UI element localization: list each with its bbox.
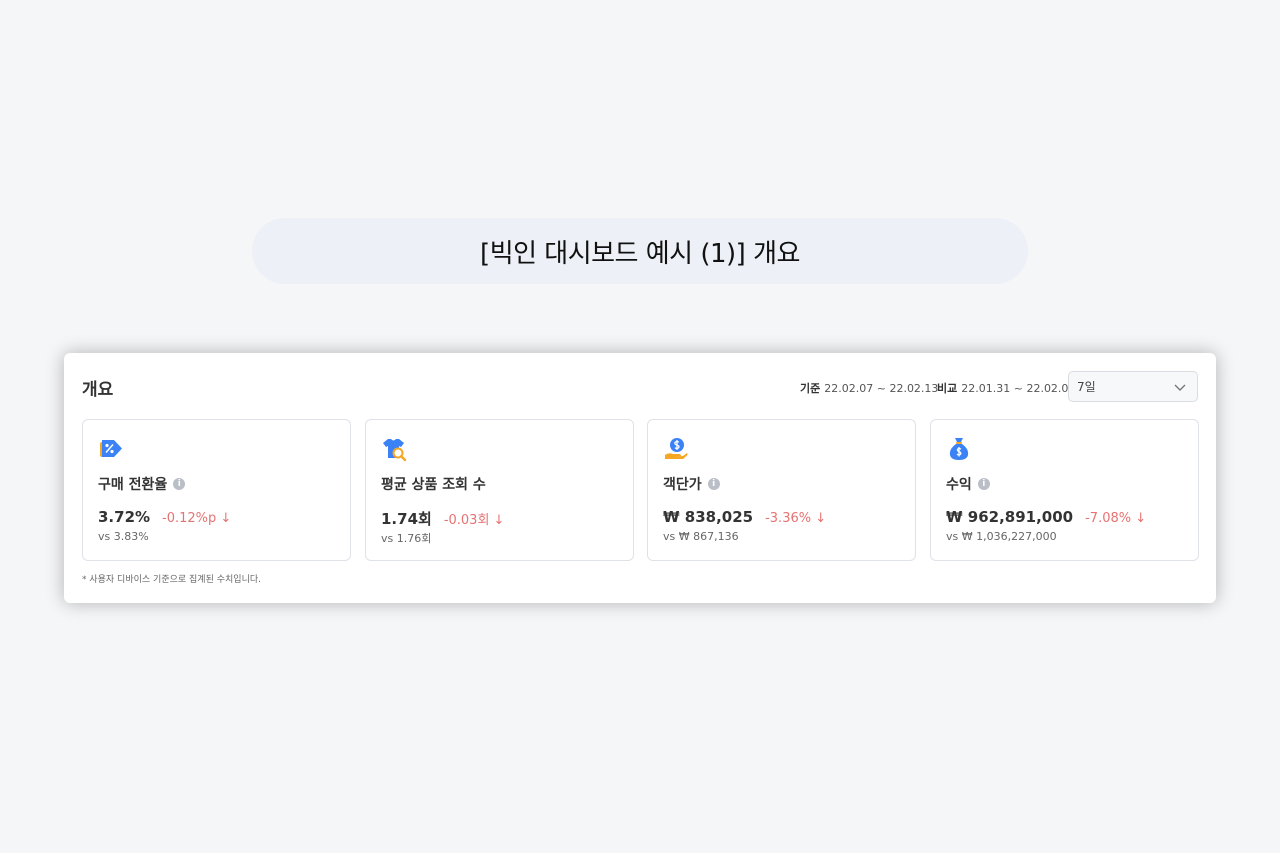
metric-value: 3.72% xyxy=(98,508,151,526)
metric-label: 구매 전환율 i xyxy=(98,474,186,494)
base-period: 기준 22.02.07 ~ 22.02.13 xyxy=(800,380,938,396)
metric-delta: -0.03회 ↓ xyxy=(443,513,505,528)
metric-compare: vs 3.83% xyxy=(98,530,149,543)
overview-panel: 개요 기준 22.02.07 ~ 22.02.13 비교 22.01.31 ~ 22… xyxy=(64,353,1216,603)
info-icon[interactable]: i xyxy=(707,478,720,490)
metric-label: 객단가 i xyxy=(663,474,720,494)
footnote: * 사용자 디바이스 기준으로 집계된 수치입니다. xyxy=(82,575,261,585)
metric-delta: -3.36% ↓ xyxy=(765,511,827,526)
coin-hand-icon xyxy=(665,438,688,459)
chevron-down-icon xyxy=(1174,384,1186,391)
metric-card-avg-order-value: 객단가 i ₩ 838,025 -3.36% ↓ vs ₩ 867,136 xyxy=(647,419,916,561)
metric-value-row: ₩ 838,025 -3.36% ↓ xyxy=(663,508,826,526)
metric-value: ₩ 838,025 xyxy=(663,508,754,526)
info-icon[interactable]: i xyxy=(977,478,990,490)
period-select-value: 7일 xyxy=(1077,380,1096,394)
shirt-search-icon xyxy=(383,439,407,462)
metric-delta: -0.12%p ↓ xyxy=(162,511,232,526)
metric-card-product-views: 평균 상품 조회 수 1.74회 -0.03회 ↓ vs 1.76회 xyxy=(365,419,634,561)
info-icon[interactable]: i xyxy=(173,478,186,490)
base-period-label: 기준 xyxy=(800,382,821,395)
metric-label: 수익 i xyxy=(946,474,990,494)
compare-period-range: 22.01.31 ~ 22.02.06 xyxy=(961,382,1076,395)
metric-label-text: 객단가 xyxy=(663,477,702,493)
metric-label-text: 평균 상품 조회 수 xyxy=(381,477,486,493)
metric-label-text: 수익 xyxy=(946,477,972,493)
metric-value-row: 3.72% -0.12%p ↓ xyxy=(98,508,231,526)
metric-card-revenue: 수익 i ₩ 962,891,000 -7.08% ↓ vs ₩ 1,036,2… xyxy=(930,419,1199,561)
metric-delta: -7.08% ↓ xyxy=(1085,511,1147,526)
caption-text: [빅인 대시보드 예시 (1)] 개요 xyxy=(480,238,800,269)
metric-card-conversion: 구매 전환율 i 3.72% -0.12%p ↓ vs 3.83% xyxy=(82,419,351,561)
discount-tag-icon xyxy=(100,440,122,457)
metric-label: 평균 상품 조회 수 xyxy=(381,474,486,494)
metric-compare: vs 1.76회 xyxy=(381,532,432,545)
metric-value-row: 1.74회 -0.03회 ↓ xyxy=(381,508,504,529)
metric-compare: vs ₩ 867,136 xyxy=(663,530,739,543)
metric-value-row: ₩ 962,891,000 -7.08% ↓ xyxy=(946,508,1146,526)
compare-period: 비교 22.01.31 ~ 22.02.06 xyxy=(937,380,1075,396)
panel-title: 개요 xyxy=(82,380,114,400)
metric-label-text: 구매 전환율 xyxy=(98,477,168,493)
money-bag-icon xyxy=(949,438,969,460)
base-period-range: 22.02.07 ~ 22.02.13 xyxy=(824,382,939,395)
compare-period-label: 비교 xyxy=(937,382,958,395)
metric-value: 1.74회 xyxy=(381,510,432,528)
metric-value: ₩ 962,891,000 xyxy=(946,508,1074,526)
metric-compare: vs ₩ 1,036,227,000 xyxy=(946,530,1057,543)
period-select[interactable]: 7일 xyxy=(1068,371,1198,402)
caption-banner: [빅인 대시보드 예시 (1)] 개요 xyxy=(252,218,1028,284)
